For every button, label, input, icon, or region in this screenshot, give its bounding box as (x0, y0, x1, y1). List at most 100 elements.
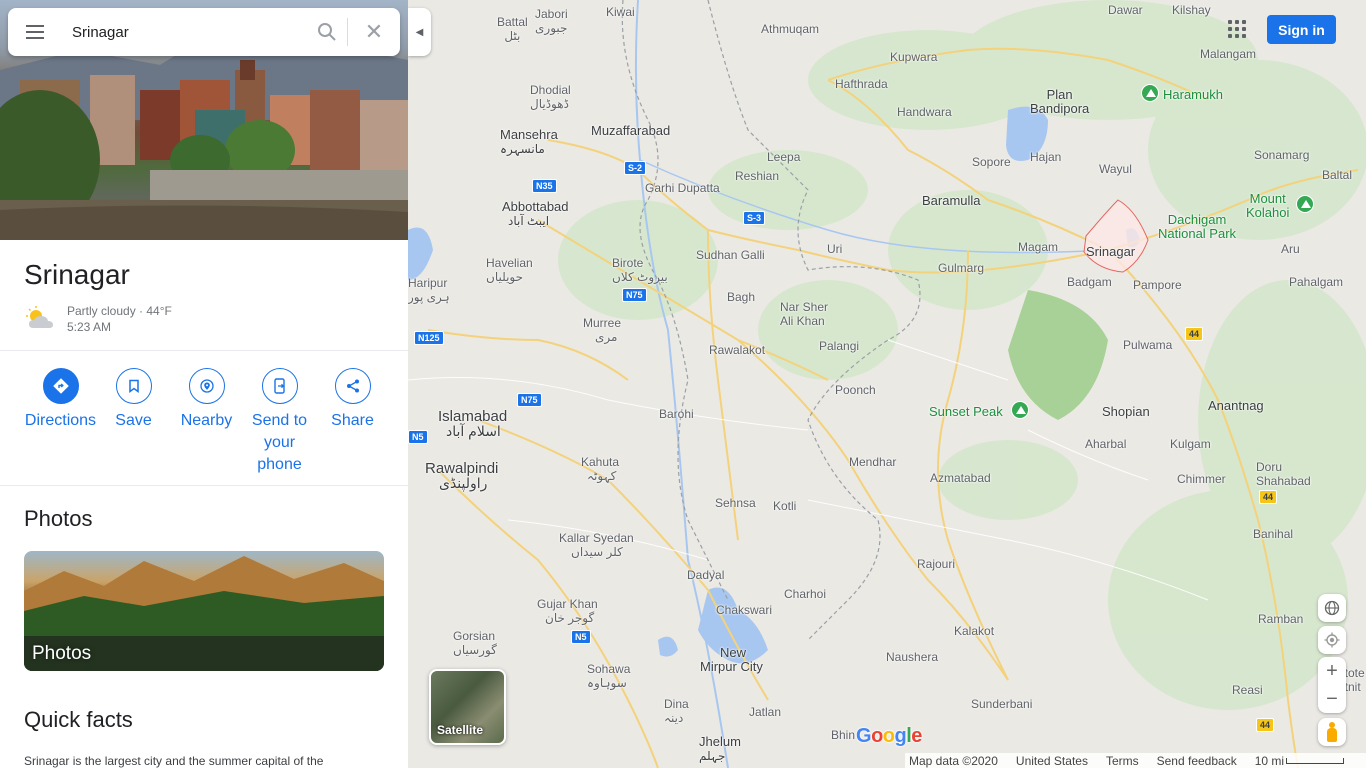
nearby-button[interactable]: Nearby (170, 368, 243, 476)
place-wayul[interactable]: Wayul (1099, 162, 1132, 176)
map-canvas[interactable]: Battal بٹل Jabori جبوری Kiwai Athmuqam Kup… (408, 0, 1366, 768)
place-havelian[interactable]: Havelian حویلیاں (486, 256, 533, 284)
scale-label[interactable]: 10 mi (1255, 754, 1284, 768)
place-murree[interactable]: Murree مری (583, 316, 621, 344)
terms-link[interactable]: Terms (1106, 754, 1139, 768)
place-naushera[interactable]: Naushera (886, 650, 938, 664)
place-battal[interactable]: Battal بٹل (497, 15, 528, 43)
place-baltal[interactable]: Baltal (1322, 168, 1352, 182)
zoom-in-button[interactable]: + (1318, 657, 1346, 685)
place-haripur[interactable]: Haripur ہری پور (408, 276, 450, 304)
place-kalakot[interactable]: Kalakot (954, 624, 994, 638)
place-chakswari[interactable]: Chakswari (716, 603, 772, 617)
place-bhin[interactable]: Bhin (831, 728, 855, 742)
peak-icon[interactable] (1141, 84, 1159, 102)
street-view-pegman-icon[interactable] (1318, 718, 1346, 746)
place-ramban[interactable]: Ramban (1258, 612, 1303, 626)
place-leepa[interactable]: Leepa (767, 150, 800, 164)
place-srinagar[interactable]: Srinagar (1086, 245, 1135, 259)
place-kahuta[interactable]: Kahuta کہوٹہ (581, 455, 619, 483)
place-mount-kolahoi[interactable]: Mount Kolahoi (1246, 192, 1289, 220)
save-button[interactable]: Save (97, 368, 170, 476)
menu-icon[interactable] (8, 8, 62, 56)
place-reasi[interactable]: Reasi (1232, 683, 1263, 697)
place-kiwai[interactable]: Kiwai (606, 5, 635, 19)
peak-icon[interactable] (1296, 195, 1314, 213)
place-shopian[interactable]: Shopian (1102, 405, 1150, 419)
place-reshian[interactable]: Reshian (735, 169, 779, 183)
apps-grid-icon[interactable] (1226, 18, 1248, 40)
peak-icon[interactable] (1011, 401, 1029, 419)
place-rajouri[interactable]: Rajouri (917, 557, 955, 571)
place-doru-shahabad[interactable]: Doru Shahabad (1256, 460, 1311, 488)
place-jhelum[interactable]: Jhelum جہلم (699, 735, 741, 764)
place-garhi-dupatta[interactable]: Garhi Dupatta (645, 181, 720, 195)
place-muzaffarabad[interactable]: Muzaffarabad (591, 124, 670, 138)
place-birote[interactable]: Birote بیروٹ کلاں (612, 256, 668, 284)
collapse-panel-button[interactable]: ◀ (408, 8, 431, 56)
place-sehnsa[interactable]: Sehnsa (715, 496, 756, 510)
place-hafthrada[interactable]: Hafthrada (835, 77, 888, 91)
place-pampore[interactable]: Pampore (1133, 278, 1182, 292)
place-badgam[interactable]: Badgam (1067, 275, 1112, 289)
place-handwara[interactable]: Handwara (897, 105, 952, 119)
place-kupwara[interactable]: Kupwara (890, 50, 937, 64)
place-dina[interactable]: Dina دینہ (664, 697, 689, 725)
place-plan-bandipora[interactable]: Plan Bandipora (1030, 88, 1089, 116)
place-hajan[interactable]: Hajan (1030, 150, 1061, 164)
place-pahalgam[interactable]: Pahalgam (1289, 275, 1343, 289)
share-button[interactable]: Share (316, 368, 389, 476)
place-gulmarg[interactable]: Gulmarg (938, 261, 984, 275)
photos-card[interactable]: Photos (24, 551, 384, 671)
place-uri[interactable]: Uri (827, 242, 842, 256)
map-data-attribution[interactable]: Map data ©2020 (909, 754, 998, 768)
close-icon[interactable]: ✕ (348, 8, 400, 56)
place-anantnag[interactable]: Anantnag (1208, 399, 1264, 413)
send-feedback-link[interactable]: Send feedback (1157, 754, 1237, 768)
place-kallar-syedan[interactable]: Kallar Syedan کلر سیداں (559, 531, 634, 559)
search-input[interactable] (62, 8, 307, 56)
place-kilshay[interactable]: Kilshay (1172, 3, 1211, 17)
place-sunset-peak[interactable]: Sunset Peak (929, 405, 1003, 419)
my-location-button[interactable] (1318, 626, 1346, 654)
place-dhodial[interactable]: Dhodial ڈھوڈیال (530, 83, 571, 111)
place-aru[interactable]: Aru (1281, 242, 1300, 256)
sign-in-button[interactable]: Sign in (1267, 15, 1336, 44)
place-jabori[interactable]: Jabori جبوری (535, 7, 568, 35)
place-gorsian[interactable]: Gorsian گورسیاں (453, 629, 497, 657)
place-azmatabad[interactable]: Azmatabad (930, 471, 991, 485)
place-dawar[interactable]: Dawar (1108, 3, 1143, 17)
place-dachigam[interactable]: Dachigam National Park (1158, 213, 1236, 241)
place-haramukh[interactable]: Haramukh (1163, 88, 1223, 102)
zoom-out-button[interactable]: − (1318, 685, 1346, 713)
place-sunderbani[interactable]: Sunderbani (971, 697, 1032, 711)
search-icon[interactable] (307, 8, 347, 56)
place-bagh[interactable]: Bagh (727, 290, 755, 304)
place-rawalpindi[interactable]: Rawalpindi راولپنڈی (425, 461, 498, 490)
place-kulgam[interactable]: Kulgam (1170, 437, 1211, 451)
place-palangi[interactable]: Palangi (819, 339, 859, 353)
place-barohi[interactable]: Barohi (659, 407, 694, 421)
place-sopore[interactable]: Sopore (972, 155, 1011, 169)
place-poonch[interactable]: Poonch (835, 383, 876, 397)
globe-view-button[interactable] (1318, 594, 1346, 622)
place-athmuqam[interactable]: Athmuqam (761, 22, 819, 36)
place-kotli[interactable]: Kotli (773, 499, 796, 513)
place-nar-sher[interactable]: Nar Sher Ali Khan (780, 300, 828, 328)
place-islamabad[interactable]: Islamabad اسلام آباد (438, 409, 507, 438)
place-magam[interactable]: Magam (1018, 240, 1058, 254)
place-sudhan-galli[interactable]: Sudhan Galli (696, 248, 765, 262)
place-mansehra[interactable]: Mansehra مانسہرہ (500, 128, 558, 157)
place-aharbal[interactable]: Aharbal (1085, 437, 1126, 451)
place-pulwama[interactable]: Pulwama (1123, 338, 1172, 352)
place-malangam[interactable]: Malangam (1200, 47, 1256, 61)
place-abbottabad[interactable]: Abbottabad ایبٹ آباد (502, 200, 569, 229)
place-jatlan[interactable]: Jatlan (749, 705, 781, 719)
place-baramulla[interactable]: Baramulla (922, 194, 981, 208)
region-link[interactable]: United States (1016, 754, 1088, 768)
place-charhoi[interactable]: Charhoi (784, 587, 826, 601)
place-banihal[interactable]: Banihal (1253, 527, 1293, 541)
directions-button[interactable]: Directions (24, 368, 97, 476)
place-sonamarg[interactable]: Sonamarg (1254, 148, 1309, 162)
place-mendhar[interactable]: Mendhar (849, 455, 896, 469)
